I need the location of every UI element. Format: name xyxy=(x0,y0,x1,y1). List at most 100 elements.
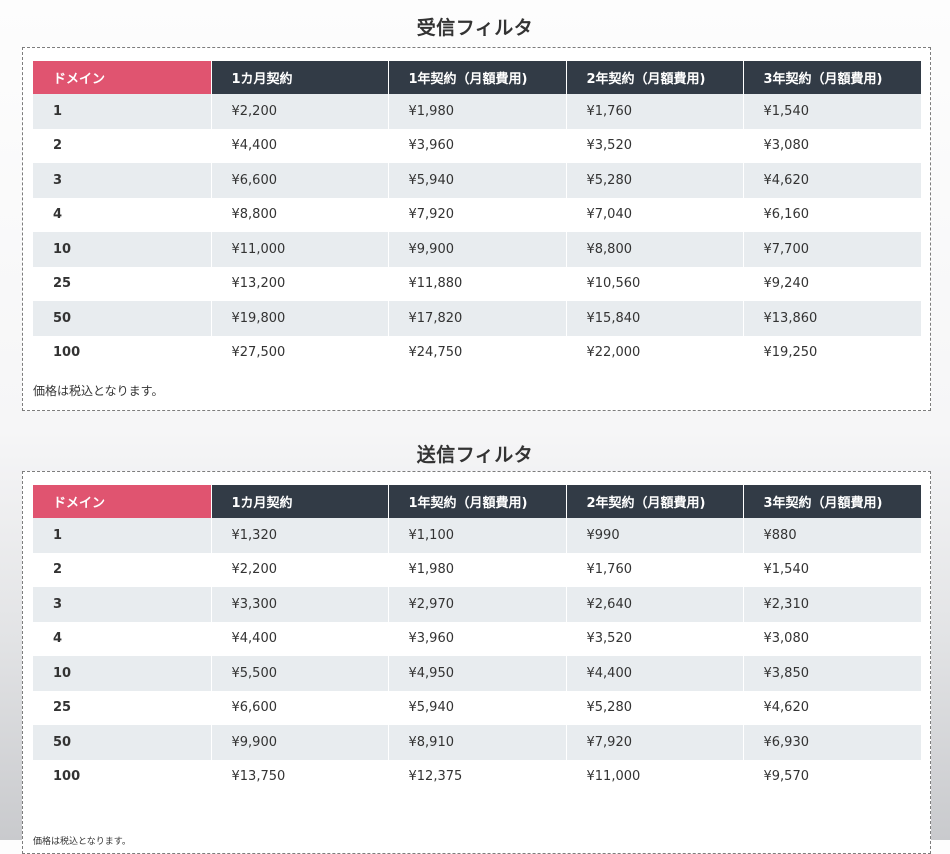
table-row: 100 ¥13,750 ¥12,375 ¥11,000 ¥9,570 xyxy=(33,759,921,794)
price-cell: ¥4,950 xyxy=(388,656,567,691)
domain-count-cell: 25 xyxy=(33,690,212,725)
column-header-2-year: 2年契約（月額費用) xyxy=(566,485,744,518)
price-cell: ¥3,080 xyxy=(743,128,921,163)
price-cell: ¥1,980 xyxy=(388,552,567,587)
price-cell: ¥9,900 xyxy=(388,232,567,267)
price-cell: ¥2,970 xyxy=(388,587,567,622)
price-cell: ¥5,280 xyxy=(566,690,744,725)
price-cell: ¥4,400 xyxy=(211,621,389,656)
price-cell: ¥15,840 xyxy=(566,301,744,336)
domain-count-cell: 25 xyxy=(33,266,212,301)
table-header-row: ドメイン 1カ月契約 1年契約（月額費用) 2年契約（月額費用) 3年契約（月額… xyxy=(33,61,921,94)
price-cell: ¥3,520 xyxy=(566,128,744,163)
column-header-1-month: 1カ月契約 xyxy=(211,485,389,518)
table-header-row: ドメイン 1カ月契約 1年契約（月額費用) 2年契約（月額費用) 3年契約（月額… xyxy=(33,485,921,518)
price-cell: ¥2,640 xyxy=(566,587,744,622)
price-cell: ¥24,750 xyxy=(388,335,567,370)
price-cell: ¥19,250 xyxy=(743,335,921,370)
domain-count-cell: 10 xyxy=(33,232,212,267)
price-cell: ¥880 xyxy=(743,518,921,553)
price-cell: ¥11,000 xyxy=(566,759,744,794)
column-header-1-year: 1年契約（月額費用) xyxy=(388,61,567,94)
price-cell: ¥6,160 xyxy=(743,197,921,232)
column-header-1-year: 1年契約（月額費用) xyxy=(388,485,567,518)
receive-filter-title: 受信フィルタ xyxy=(416,17,534,39)
price-cell: ¥17,820 xyxy=(388,301,567,336)
price-cell: ¥7,040 xyxy=(566,197,744,232)
price-cell: ¥1,760 xyxy=(566,94,744,129)
price-cell: ¥9,570 xyxy=(743,759,921,794)
domain-count-cell: 3 xyxy=(33,587,212,622)
price-cell: ¥4,620 xyxy=(743,163,921,198)
domain-count-cell: 2 xyxy=(33,552,212,587)
table-row: 2 ¥4,400 ¥3,960 ¥3,520 ¥3,080 xyxy=(33,128,921,163)
table-row: 50 ¥9,900 ¥8,910 ¥7,920 ¥6,930 xyxy=(33,725,921,760)
send-filter-title: 送信フィルタ xyxy=(416,444,534,466)
domain-count-cell: 100 xyxy=(33,335,212,370)
price-cell: ¥4,620 xyxy=(743,690,921,725)
table-row: 10 ¥5,500 ¥4,950 ¥4,400 ¥3,850 xyxy=(33,656,921,691)
send-filter-price-table: ドメイン 1カ月契約 1年契約（月額費用) 2年契約（月額費用) 3年契約（月額… xyxy=(33,485,921,794)
send-filter-box: ドメイン 1カ月契約 1年契約（月額費用) 2年契約（月額費用) 3年契約（月額… xyxy=(22,471,931,854)
price-cell: ¥27,500 xyxy=(211,335,389,370)
domain-count-cell: 50 xyxy=(33,725,212,760)
domain-count-cell: 3 xyxy=(33,163,212,198)
column-header-domain: ドメイン xyxy=(33,61,212,94)
table-row: 4 ¥8,800 ¥7,920 ¥7,040 ¥6,160 xyxy=(33,197,921,232)
domain-count-cell: 100 xyxy=(33,759,212,794)
tax-included-note: 価格は税込となります。 xyxy=(33,384,164,398)
price-cell: ¥8,800 xyxy=(566,232,744,267)
price-cell: ¥3,080 xyxy=(743,621,921,656)
column-header-domain: ドメイン xyxy=(33,485,212,518)
domain-count-cell: 50 xyxy=(33,301,212,336)
price-cell: ¥7,920 xyxy=(566,725,744,760)
price-cell: ¥7,700 xyxy=(743,232,921,267)
price-cell: ¥6,600 xyxy=(211,163,389,198)
price-cell: ¥11,000 xyxy=(211,232,389,267)
receive-filter-price-table: ドメイン 1カ月契約 1年契約（月額費用) 2年契約（月額費用) 3年契約（月額… xyxy=(33,61,921,370)
price-cell: ¥10,560 xyxy=(566,266,744,301)
receive-filter-box: ドメイン 1カ月契約 1年契約（月額費用) 2年契約（月額費用) 3年契約（月額… xyxy=(22,47,931,411)
price-cell: ¥13,750 xyxy=(211,759,389,794)
price-cell: ¥5,500 xyxy=(211,656,389,691)
price-cell: ¥1,980 xyxy=(388,94,567,129)
column-header-3-year: 3年契約（月額費用) xyxy=(743,485,921,518)
table-row: 100 ¥27,500 ¥24,750 ¥22,000 ¥19,250 xyxy=(33,335,921,370)
price-cell: ¥2,310 xyxy=(743,587,921,622)
price-cell: ¥5,940 xyxy=(388,690,567,725)
table-row: 4 ¥4,400 ¥3,960 ¥3,520 ¥3,080 xyxy=(33,621,921,656)
price-cell: ¥1,100 xyxy=(388,518,567,553)
table-row: 1 ¥2,200 ¥1,980 ¥1,760 ¥1,540 xyxy=(33,94,921,129)
price-cell: ¥19,800 xyxy=(211,301,389,336)
price-cell: ¥1,320 xyxy=(211,518,389,553)
column-header-3-year: 3年契約（月額費用) xyxy=(743,61,921,94)
price-cell: ¥13,860 xyxy=(743,301,921,336)
price-cell: ¥9,240 xyxy=(743,266,921,301)
price-cell: ¥4,400 xyxy=(211,128,389,163)
column-header-2-year: 2年契約（月額費用) xyxy=(566,61,744,94)
table-row: 1 ¥1,320 ¥1,100 ¥990 ¥880 xyxy=(33,518,921,553)
price-cell: ¥2,200 xyxy=(211,552,389,587)
domain-count-cell: 4 xyxy=(33,621,212,656)
table-row: 3 ¥6,600 ¥5,940 ¥5,280 ¥4,620 xyxy=(33,163,921,198)
price-cell: ¥5,940 xyxy=(388,163,567,198)
price-cell: ¥3,960 xyxy=(388,128,567,163)
price-cell: ¥2,200 xyxy=(211,94,389,129)
table-row: 10 ¥11,000 ¥9,900 ¥8,800 ¥7,700 xyxy=(33,232,921,267)
price-cell: ¥3,850 xyxy=(743,656,921,691)
price-cell: ¥8,910 xyxy=(388,725,567,760)
domain-count-cell: 4 xyxy=(33,197,212,232)
price-cell: ¥3,520 xyxy=(566,621,744,656)
price-cell: ¥5,280 xyxy=(566,163,744,198)
domain-count-cell: 1 xyxy=(33,94,212,129)
price-cell: ¥13,200 xyxy=(211,266,389,301)
column-header-1-month: 1カ月契約 xyxy=(211,61,389,94)
price-cell: ¥6,930 xyxy=(743,725,921,760)
domain-count-cell: 10 xyxy=(33,656,212,691)
table-row: 25 ¥6,600 ¥5,940 ¥5,280 ¥4,620 xyxy=(33,690,921,725)
table-row: 3 ¥3,300 ¥2,970 ¥2,640 ¥2,310 xyxy=(33,587,921,622)
domain-count-cell: 1 xyxy=(33,518,212,553)
price-cell: ¥7,920 xyxy=(388,197,567,232)
price-cell: ¥6,600 xyxy=(211,690,389,725)
price-cell: ¥3,300 xyxy=(211,587,389,622)
